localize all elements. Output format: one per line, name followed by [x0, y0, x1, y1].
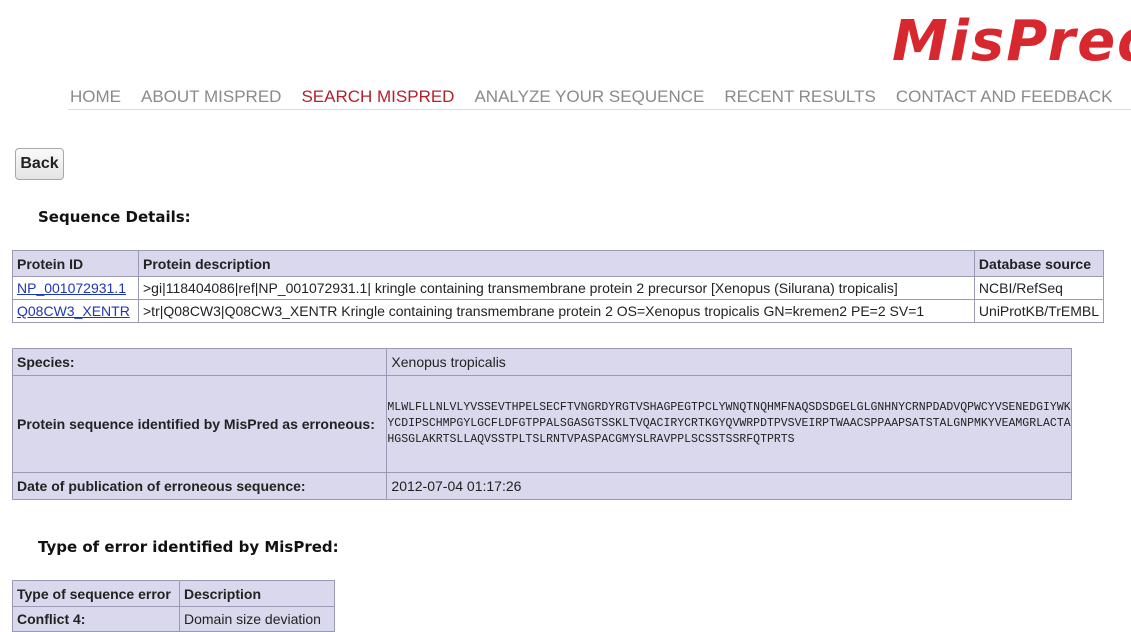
sequence-info-table: Species: Xenopus tropicalis Protein sequ…: [11, 348, 1072, 500]
nav-search-mispred[interactable]: SEARCH MISPRED: [301, 87, 454, 107]
table-header-row: Protein ID Protein description Database …: [12, 250, 1105, 277]
protein-description-cell: >gi|118404086|ref|NP_001072931.1| kringl…: [138, 276, 975, 300]
error-description-cell: Domain size deviation: [179, 606, 335, 632]
publication-date-label: Date of publication of erroneous sequenc…: [11, 472, 388, 500]
main-nav: HOME ABOUT MISPRED SEARCH MISPRED ANALYZ…: [70, 87, 1131, 107]
table-row: NP_001072931.1 >gi|118404086|ref|NP_0010…: [12, 276, 1105, 300]
database-source-cell: NCBI/RefSeq: [973, 276, 1105, 300]
nav-home[interactable]: HOME: [70, 87, 121, 107]
protein-id-cell: Q08CW3_XENTR: [12, 299, 139, 323]
sequence-details-heading: Sequence Details:: [38, 208, 191, 226]
erroneous-sequence-label: Protein sequence identified by MisPred a…: [11, 375, 388, 473]
column-header-error-description: Description: [179, 580, 335, 607]
erroneous-sequence-value: MLWLFLLNLVLYVSSEVTHPELSECFTVNGRDYRGTVSHA…: [386, 375, 1072, 473]
species-label: Species:: [11, 348, 388, 376]
sequence-details-table: Protein ID Protein description Database …: [12, 250, 1105, 323]
table-row: Q08CW3_XENTR >tr|Q08CW3|Q08CW3_XENTR Kri…: [12, 299, 1105, 323]
column-header-database-source: Database source: [973, 250, 1105, 277]
column-header-error-type: Type of sequence error: [12, 580, 180, 607]
nav-contact-and-feedback[interactable]: CONTACT AND FEEDBACK: [896, 87, 1113, 107]
protein-id-link[interactable]: NP_001072931.1: [17, 280, 126, 296]
publication-date-value: 2012-07-04 01:17:26: [386, 472, 1072, 500]
erroneous-sequence-row: Protein sequence identified by MisPred a…: [11, 375, 1072, 473]
back-button[interactable]: Back: [15, 148, 64, 180]
nav-about-mispred[interactable]: ABOUT MISPRED: [141, 87, 281, 107]
nav-analyze-your-sequence[interactable]: ANALYZE YOUR SEQUENCE: [474, 87, 704, 107]
error-type-heading: Type of error identified by MisPred:: [38, 538, 339, 556]
publication-date-row: Date of publication of erroneous sequenc…: [11, 472, 1072, 500]
table-header-row: Type of sequence error Description: [12, 580, 335, 607]
nav-divider: [68, 109, 1131, 110]
species-value: Xenopus tropicalis: [386, 348, 1072, 376]
column-header-protein-id: Protein ID: [12, 250, 139, 277]
error-type-table: Type of sequence error Description Confl…: [12, 580, 335, 632]
database-source-cell: UniProtKB/TrEMBL: [973, 299, 1105, 323]
species-row: Species: Xenopus tropicalis: [11, 348, 1072, 376]
protein-id-link[interactable]: Q08CW3_XENTR: [17, 303, 130, 319]
column-header-protein-description: Protein description: [138, 250, 975, 277]
mispred-logo[interactable]: MisPred: [892, 10, 1131, 74]
nav-recent-results[interactable]: RECENT RESULTS: [724, 87, 875, 107]
protein-description-cell: >tr|Q08CW3|Q08CW3_XENTR Kringle containi…: [138, 299, 975, 323]
error-type-cell: Conflict 4:: [12, 606, 180, 632]
protein-id-cell: NP_001072931.1: [12, 276, 139, 300]
table-row: Conflict 4: Domain size deviation: [12, 606, 335, 632]
